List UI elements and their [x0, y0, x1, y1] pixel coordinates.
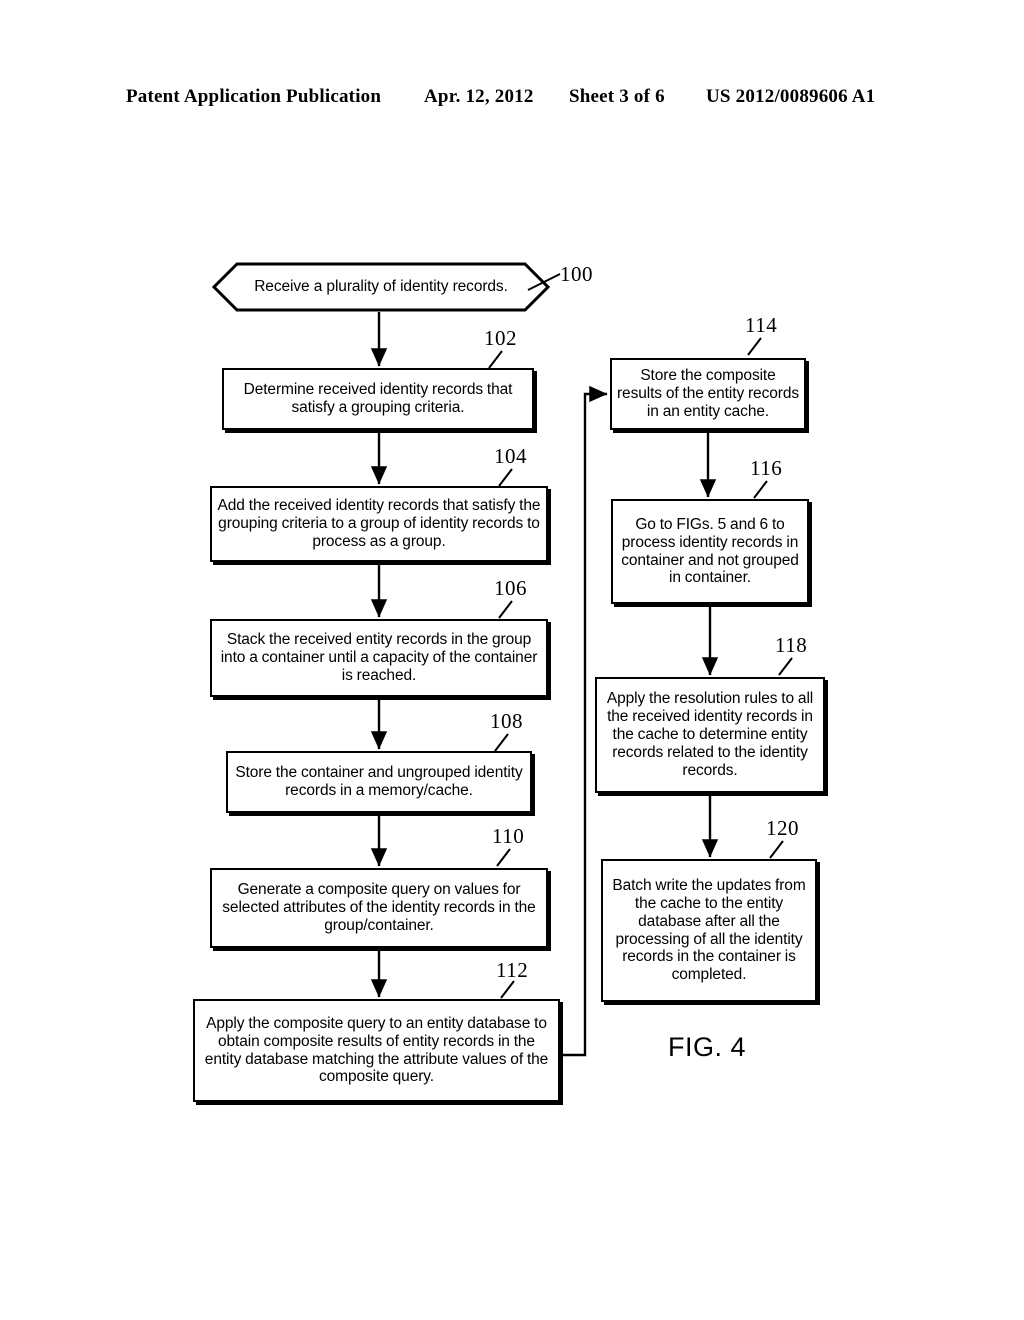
ref-numeral-100: 100 [560, 262, 593, 286]
flow-node-118-label: Apply the resolution rules to all the re… [606, 690, 814, 779]
flow-node-100-label: Receive a plurality of identity records. [254, 278, 508, 296]
flow-node-104-label: Add the received identity records that s… [217, 497, 541, 550]
figure-caption: FIG. 4 [668, 1032, 747, 1062]
leader-line-106 [498, 600, 513, 619]
leader-line-116 [753, 480, 768, 499]
leader-line-104 [498, 468, 513, 487]
flow-node-110-label: Generate a composite query on values for… [222, 881, 536, 934]
leader-line-100 [527, 273, 561, 291]
flow-node-118[interactable]: Apply the resolution rules to all the re… [595, 677, 825, 793]
flow-node-102[interactable]: Determine received identity records that… [222, 368, 534, 430]
flow-node-114[interactable]: Store the composite results of the entit… [610, 358, 806, 430]
flow-node-100[interactable]: Receive a plurality of identity records. [212, 262, 550, 312]
leader-line-114 [747, 337, 762, 356]
flow-node-116-label: Go to FIGs. 5 and 6 to process identity … [621, 515, 799, 587]
flow-node-112-label: Apply the composite query to an entity d… [204, 1014, 549, 1086]
flow-node-112[interactable]: Apply the composite query to an entity d… [193, 999, 560, 1102]
leader-line-120 [769, 840, 784, 859]
flow-node-108-label: Store the container and ungrouped identi… [235, 764, 523, 799]
leader-line-118 [778, 657, 793, 676]
leader-line-102 [488, 350, 503, 369]
flow-node-116[interactable]: Go to FIGs. 5 and 6 to process identity … [611, 499, 809, 604]
leader-line-110 [496, 848, 511, 867]
flowchart-figure: Receive a plurality of identity records.… [0, 0, 1024, 1320]
flow-node-120-label: Batch write the updates from the cache t… [612, 876, 806, 984]
flow-node-110[interactable]: Generate a composite query on values for… [210, 868, 548, 948]
flow-node-106-label: Stack the received entity records in the… [220, 631, 538, 684]
flow-node-108[interactable]: Store the container and ungrouped identi… [226, 751, 532, 813]
leader-line-112 [500, 980, 515, 999]
leader-line-108 [494, 733, 509, 752]
flow-node-102-label: Determine received identity records that… [243, 381, 513, 416]
flow-node-104[interactable]: Add the received identity records that s… [210, 486, 548, 562]
flow-node-106[interactable]: Stack the received entity records in the… [210, 619, 548, 697]
flow-node-114-label: Store the composite results of the entit… [617, 367, 799, 420]
flow-node-120[interactable]: Batch write the updates from the cache t… [601, 859, 817, 1002]
